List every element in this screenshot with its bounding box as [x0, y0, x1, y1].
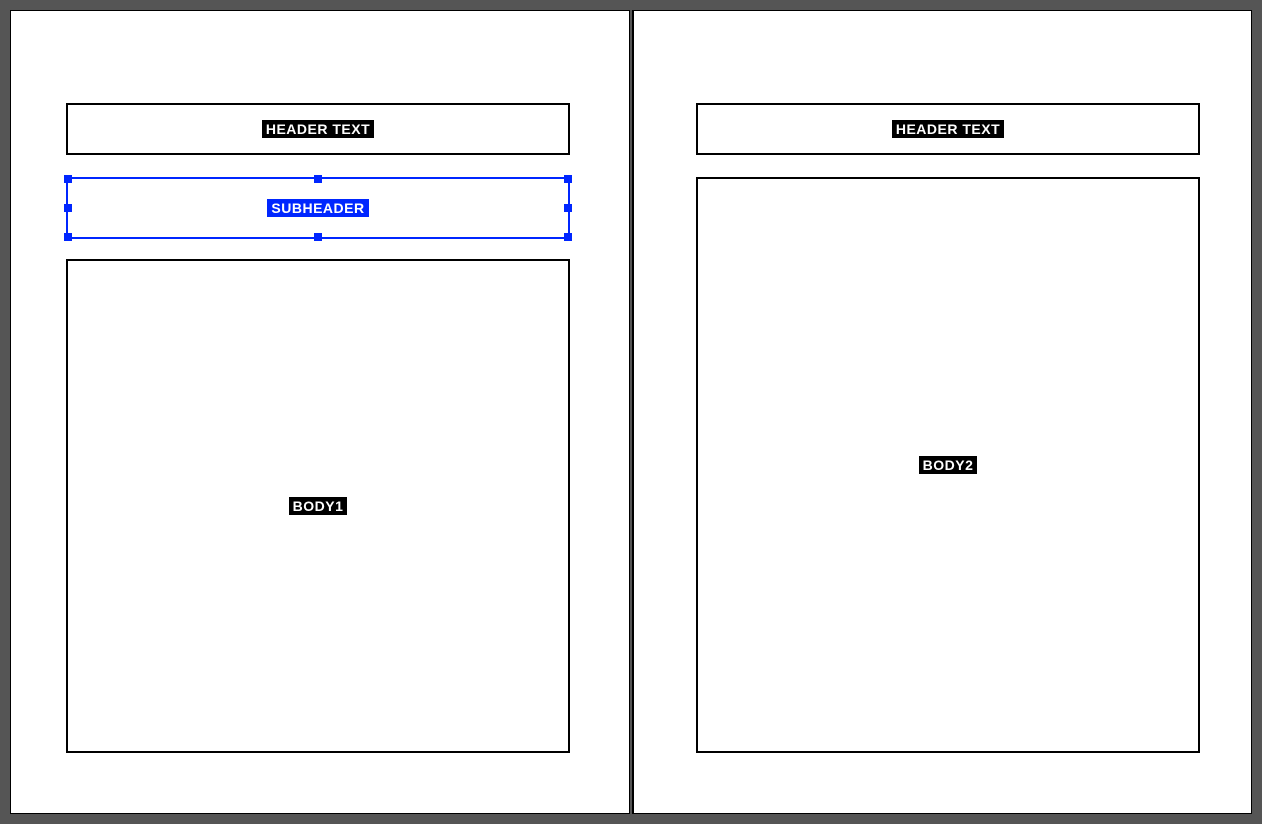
- selection-handle-top-right[interactable]: [564, 175, 572, 183]
- frame-body-right[interactable]: BODY2: [696, 177, 1200, 753]
- selection-handle-top-center[interactable]: [314, 175, 322, 183]
- selection-handle-top-left[interactable]: [64, 175, 72, 183]
- selection-handle-bottom-right[interactable]: [564, 233, 572, 241]
- selection-handle-bottom-center[interactable]: [314, 233, 322, 241]
- frame-subheader[interactable]: SUBHEADER: [66, 177, 570, 239]
- page-left[interactable]: HEADER TEXT SUBHEADER BODY1: [10, 10, 630, 814]
- page-right[interactable]: HEADER TEXT BODY2: [632, 10, 1252, 814]
- frame-header-left[interactable]: HEADER TEXT: [66, 103, 570, 155]
- frame-label-body-right: BODY2: [919, 456, 978, 474]
- frame-label-subheader: SUBHEADER: [267, 199, 368, 217]
- selection-handle-middle-right[interactable]: [564, 204, 572, 212]
- frame-label-header-right: HEADER TEXT: [892, 120, 1004, 138]
- layout-canvas[interactable]: HEADER TEXT SUBHEADER BODY1 HEADER TEXT …: [10, 10, 1252, 814]
- frame-label-header-left: HEADER TEXT: [262, 120, 374, 138]
- selection-handle-middle-left[interactable]: [64, 204, 72, 212]
- frame-body-left[interactable]: BODY1: [66, 259, 570, 753]
- frame-header-right[interactable]: HEADER TEXT: [696, 103, 1200, 155]
- frame-label-body-left: BODY1: [289, 497, 348, 515]
- selection-handle-bottom-left[interactable]: [64, 233, 72, 241]
